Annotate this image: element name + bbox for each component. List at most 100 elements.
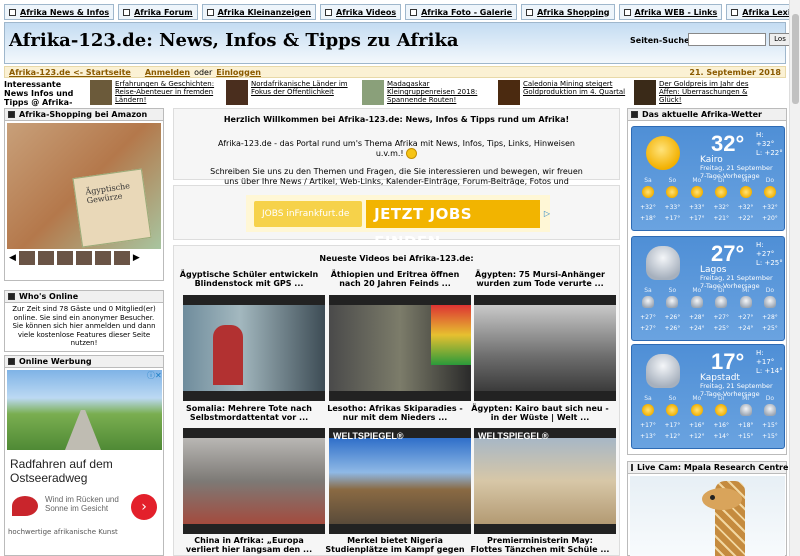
site-title[interactable]: Afrika-123.de: News, Infos & Tipps zu Af… [9,30,459,51]
nav-links[interactable]: Afrika WEB - Links [618,4,723,20]
temp-high: H: +27° [756,241,775,258]
ad-title[interactable]: Radfahren auf dem Ostseeradweg [10,457,163,485]
ad-logo [12,496,38,516]
forecast-low: +15° [762,433,778,440]
news-item[interactable]: Madagaskar Kleingruppenreisen 2018: Span… [362,80,495,107]
news-item[interactable]: Der Goldpreis im Jahr des Affen: Überras… [634,80,767,107]
collapse-icon[interactable] [8,111,15,118]
cloud-icon [739,404,752,416]
forecast-high: +18° [737,422,754,429]
forecast-high: +16° [688,422,705,429]
search-button[interactable]: Los [769,33,791,46]
weather-card[interactable]: 17° H: +17° L: +14° Kapstadt Freitag, 21 … [631,344,785,449]
register-link[interactable]: Einloggen [216,68,261,77]
video-title[interactable]: China in Afrika: „Europa verliert hier l… [179,536,319,554]
square-icon [9,8,16,16]
sun-icon [763,186,776,198]
sun-icon [642,404,654,416]
giraffe-head [702,488,742,510]
video-thumbnail[interactable]: WELTSPIEGEL® [474,428,616,534]
forecast-low: +24° [688,325,705,332]
cloud-icon [646,246,680,280]
forecast-low: +22° [737,215,754,222]
weather-days: Sa So Mo Di Mi Do [637,395,781,402]
nav-fotos[interactable]: Afrika Foto - Galerie [405,4,518,20]
sun-icon [646,136,680,170]
weather-heading: Das aktuelle Afrika-Wetter [642,110,762,119]
carousel-thumb[interactable] [113,251,130,265]
nav-shopping[interactable]: Afrika Shopping [521,4,615,20]
scrollbar-thumb[interactable] [792,14,799,104]
weather-day: Do [765,287,775,294]
nav-news[interactable]: Afrika News & Infos [4,4,115,20]
collapse-icon[interactable] [8,358,15,365]
carousel-thumb[interactable] [75,251,92,265]
weather-card[interactable]: 32° H: +32° L: +22° Kairo Freitag, 21 Sep… [631,126,785,231]
forecast-high: +17° [664,422,681,429]
nav-videos[interactable]: Afrika Videos [320,4,402,20]
video-thumbnail[interactable] [329,295,471,401]
home-link[interactable]: Afrika-123.de <- Startseite [9,68,131,77]
search-input[interactable] [688,33,766,46]
video-title[interactable]: Ägypten: 75 Mursi-Anhänger wurden zum To… [470,270,610,288]
collapse-icon[interactable] [8,293,15,300]
video-title[interactable]: Ägypten: Kairo baut sich neu - in der Wü… [470,404,610,422]
weather-day: Mi [742,395,749,402]
video-title[interactable]: Merkel bietet Nigeria Studienplätze im K… [325,536,465,556]
nav-kleinanzeigen[interactable]: Afrika Kleinanzeigen [201,4,317,20]
weltspiegel-logo: WELTSPIEGEL® [333,431,404,441]
temp-low: L: +14° [756,367,783,375]
amazon-product-image[interactable]: Ägyptische Gewürze [7,123,161,249]
or-text: oder [194,67,213,77]
collapse-icon[interactable] [631,111,638,118]
video-title[interactable]: Ägyptische Schüler entwickeln Blindensto… [179,270,319,288]
collapse-icon[interactable] [631,464,633,471]
broken-image-alt: hochwertige afrikanische Kunst [8,528,118,536]
news-item[interactable]: Erfahrungen & Geschichten: Reise-Abenteu… [90,80,223,107]
next-arrow-icon[interactable]: ▶ [133,253,140,263]
prev-arrow-icon[interactable]: ◀ [9,253,16,263]
video-thumbnail[interactable]: WELTSPIEGEL® [329,428,471,534]
square-icon [325,8,333,16]
video-title[interactable]: Somalia: Mehrere Tote nach Selbstmordatt… [179,404,319,422]
jobs-banner[interactable]: JOBS inFrankfurt.de JETZT JOBS FINDEN. ▷ [246,195,550,251]
sun-icon [666,186,679,198]
nav-forum[interactable]: Afrika Forum [118,4,198,20]
ad-arrow-button[interactable]: › [131,494,157,520]
video-title[interactable]: Äthiopien und Eritrea öffnen nach 20 Jah… [325,270,465,288]
site-header: Afrika-123.de: News, Infos & Tipps zu Af… [4,22,791,64]
forecast-low: +12° [664,433,681,440]
forecast-low: +24° [737,325,754,332]
weather-days: Sa So Mo Di Mi Do [637,177,781,184]
forecast-low: +26° [664,325,681,332]
login-link[interactable]: Anmelden [145,68,190,77]
weather-forecast-icons [637,404,781,418]
live-cam-image[interactable] [630,476,785,556]
forecast-high: +28° [688,314,705,321]
sun-icon [739,186,752,198]
video-title[interactable]: Lesotho: Afrikas Skiparadies - nur mit d… [325,404,465,422]
carousel-thumb[interactable] [94,251,111,265]
video-thumbnail[interactable] [183,295,325,401]
video-thumbnail[interactable] [183,428,325,534]
weather-day: Mo [692,395,702,402]
news-item[interactable]: Caledonia Mining steigert Goldproduktion… [498,80,631,107]
weather-card[interactable]: 27° H: +27° L: +25° Lagos Freitag, 21 Sep… [631,236,785,341]
forecast-lows: +18° +17° +17° +21° +22° +20° [637,215,781,222]
who-online-text: Zur Zeit sind 78 Gäste und 0 Mitglied(er… [12,305,156,347]
news-item[interactable]: Nordafrikanische Länder im Fokus der Öff… [226,80,359,107]
ad-close-icon[interactable]: ⓘ✕ [147,370,162,381]
forecast-high: +32° [762,204,778,211]
current-temperature: 17° [711,349,745,374]
video-title[interactable]: Premierministerin May: Flottes Tänzchen … [470,536,610,554]
carousel-thumb[interactable] [37,251,54,265]
carousel-thumb[interactable] [56,251,73,265]
video-thumbnail[interactable] [474,295,616,401]
carousel-thumb[interactable] [18,251,35,265]
videos-title: Neueste Videos bei Afrika-123.de: [319,254,474,263]
welcome-box: Herzlich Willkommen bei Afrika-123.de: N… [173,108,620,195]
ad-info-icon[interactable]: ▷ [544,209,550,218]
ad-image[interactable] [7,370,162,450]
who-online-block: Who's Online Zur Zeit sind 78 Gäste und … [4,290,164,352]
scrollbar[interactable] [789,0,800,556]
